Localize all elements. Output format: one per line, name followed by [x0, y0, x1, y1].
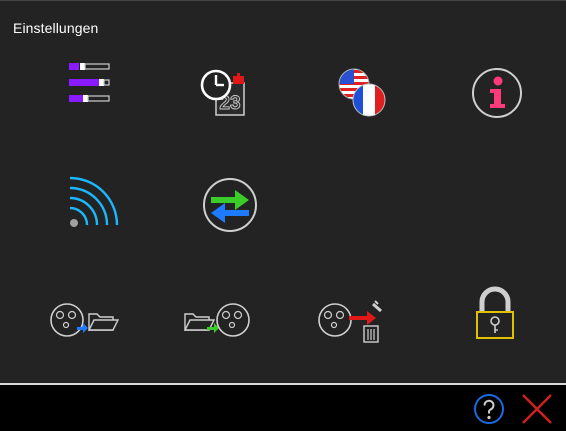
- settings-window: Einstellungen 23: [0, 0, 566, 431]
- date-time-button[interactable]: 23: [182, 64, 266, 128]
- language-button[interactable]: [320, 61, 404, 125]
- export-profile-button[interactable]: [44, 288, 128, 352]
- help-icon: [474, 394, 504, 424]
- display-settings-button[interactable]: [44, 49, 128, 113]
- sliders-icon: [69, 63, 110, 102]
- padlock-icon: [476, 286, 514, 339]
- help-button[interactable]: [471, 391, 507, 427]
- folder-to-face-icon: [183, 303, 250, 337]
- import-profile-button[interactable]: [180, 288, 264, 352]
- info-button[interactable]: [455, 61, 539, 125]
- bottom-toolbar: [0, 383, 566, 431]
- face-to-trash-icon: [318, 300, 382, 343]
- sync-button[interactable]: [182, 173, 266, 237]
- info-icon: [472, 68, 522, 118]
- wifi-button[interactable]: [45, 169, 129, 233]
- face-to-folder-icon: [50, 303, 120, 337]
- page-title: Einstellungen: [13, 20, 99, 36]
- sync-arrows-icon: [203, 178, 257, 232]
- lock-button[interactable]: [452, 281, 536, 345]
- delete-profile-button[interactable]: [312, 288, 396, 352]
- wifi-icon: [69, 176, 119, 227]
- close-icon: [522, 394, 552, 424]
- flags-icon: [338, 68, 386, 117]
- clock-calendar-icon: 23: [200, 69, 245, 116]
- close-button[interactable]: [519, 391, 555, 427]
